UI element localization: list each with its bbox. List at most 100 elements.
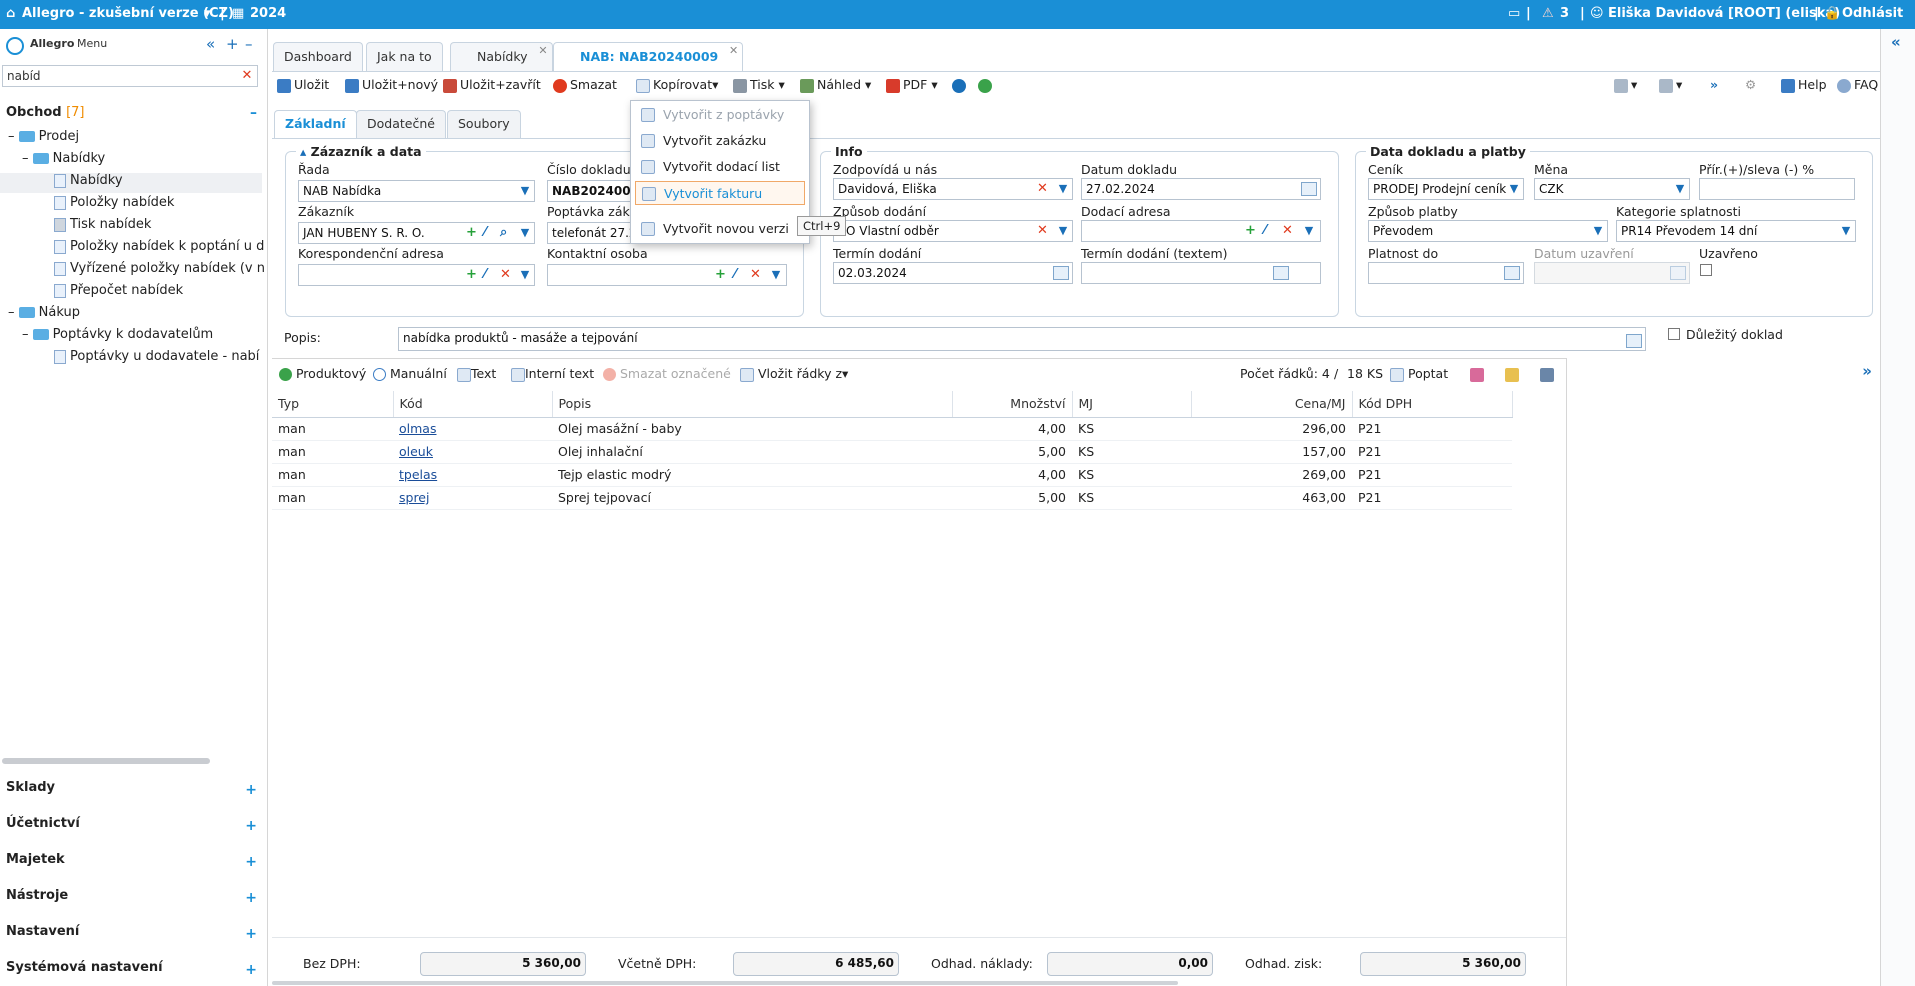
- save-button[interactable]: Uložit: [277, 77, 329, 93]
- home-icon[interactable]: ⌂: [6, 6, 15, 21]
- add-text-row-button[interactable]: Text: [457, 366, 496, 382]
- forward-icon[interactable]: »: [1710, 77, 1718, 92]
- col-header[interactable]: MJ: [1072, 391, 1192, 418]
- chevron-down-icon[interactable]: ▼: [1301, 221, 1317, 241]
- tree-item-nabidky[interactable]: Nabídky: [54, 173, 123, 188]
- chevron-down-icon[interactable]: ▼: [768, 265, 784, 285]
- save-new-button[interactable]: Uložit+nový: [345, 77, 438, 93]
- layout-icon[interactable]: ▾: [1614, 77, 1637, 93]
- add-internal-text-button[interactable]: Interní text: [511, 366, 594, 382]
- clear-icon[interactable]: ✕: [1282, 221, 1293, 241]
- chart-icon[interactable]: [1470, 366, 1484, 382]
- col-header[interactable]: Popis: [552, 391, 953, 418]
- expand-icon[interactable]: +: [245, 818, 257, 834]
- clear-icon[interactable]: ✕: [1037, 179, 1048, 199]
- delete-button[interactable]: Smazat: [553, 77, 617, 93]
- add-icon[interactable]: +: [715, 265, 726, 285]
- search-input[interactable]: nabíd: [2, 65, 258, 87]
- calendar-icon[interactable]: [1053, 266, 1069, 280]
- section-obchod[interactable]: Obchod [7]: [6, 105, 85, 120]
- collapse-icon[interactable]: –: [250, 105, 257, 121]
- alert-icon[interactable]: ⚠: [1542, 6, 1554, 21]
- rada-select[interactable]: NAB Nabídka: [298, 180, 535, 202]
- search-icon[interactable]: ⌕: [500, 223, 507, 243]
- chevron-down-icon[interactable]: ▼: [1838, 221, 1854, 241]
- chevron-down-icon[interactable]: ▼: [1055, 221, 1071, 241]
- code-link[interactable]: oleuk: [399, 444, 433, 459]
- chevron-down-icon[interactable]: ▼: [517, 265, 533, 285]
- email-icon[interactable]: ▾: [1659, 77, 1682, 93]
- section-ucetnictvi[interactable]: Účetnictví: [6, 816, 80, 831]
- tree-item-prodej[interactable]: – Prodej: [8, 129, 79, 144]
- clear-icon[interactable]: ✕: [500, 265, 511, 285]
- chevron-down-icon[interactable]: ▾: [204, 6, 211, 21]
- popis-input[interactable]: nabídka produktů - masáže a tejpování: [398, 327, 1646, 351]
- prir-input[interactable]: [1699, 178, 1855, 200]
- add-icon[interactable]: +: [466, 265, 477, 285]
- chevron-down-icon[interactable]: ▼: [1055, 179, 1071, 199]
- tab-nab-document[interactable]: NAB: NAB20240009 ✕: [553, 42, 744, 72]
- chevron-down-icon[interactable]: ▼: [1590, 221, 1606, 241]
- code-link[interactable]: tpelas: [399, 467, 437, 482]
- expand-all-icon[interactable]: +: [226, 35, 239, 53]
- expand-right-icon[interactable]: «: [1891, 33, 1901, 51]
- calendar-icon[interactable]: [1504, 266, 1520, 280]
- clear-search-icon[interactable]: ✕: [238, 67, 256, 85]
- tag-icon[interactable]: [1505, 366, 1519, 382]
- kategorie-select[interactable]: PR14 Převodem 14 dní: [1616, 220, 1856, 242]
- clear-icon[interactable]: ✕: [750, 265, 761, 285]
- mena-select[interactable]: CZK: [1534, 178, 1690, 200]
- add-manual-row-button[interactable]: Manuální: [373, 366, 447, 381]
- termin-input[interactable]: 02.03.2024: [833, 262, 1073, 284]
- tree-item-poptavky[interactable]: – Poptávky k dodavatelům: [22, 327, 213, 342]
- code-link[interactable]: olmas: [399, 421, 436, 436]
- section-nastaveni[interactable]: Nastavení: [6, 924, 79, 939]
- tab-zakladni[interactable]: Základní: [274, 110, 357, 138]
- expand-icon[interactable]: +: [245, 962, 257, 978]
- datum-input[interactable]: 27.02.2024: [1081, 178, 1321, 200]
- expand-icon[interactable]: +: [245, 926, 257, 942]
- gear-icon[interactable]: ⚙: [1745, 77, 1756, 92]
- chevron-down-icon[interactable]: ▼: [1672, 179, 1688, 199]
- close-icon[interactable]: ✕: [729, 37, 738, 65]
- cenik-select[interactable]: PRODEJ Prodejní ceník: [1368, 178, 1524, 200]
- expand-panel-icon[interactable]: »: [1862, 362, 1872, 380]
- edit-icon[interactable]: ⁄: [484, 265, 486, 285]
- col-header[interactable]: Typ: [272, 391, 394, 418]
- tab-dashboard[interactable]: Dashboard: [273, 42, 363, 72]
- table-row[interactable]: man tpelas Tejp elastic modrý 4,00 KS 26…: [272, 463, 1512, 487]
- tree-item-nabidky-folder[interactable]: – Nabídky: [22, 151, 105, 166]
- notes-icon[interactable]: ▭: [1508, 6, 1520, 21]
- edit-icon[interactable]: ⁄: [1264, 221, 1266, 241]
- edit-icon[interactable]: ⁄: [734, 265, 736, 285]
- expand-icon[interactable]: +: [245, 854, 257, 870]
- tree-item-polozky-nabidek[interactable]: Položky nabídek: [54, 195, 174, 210]
- poptavka-input[interactable]: telefonát 27.2.: [547, 222, 635, 244]
- section-majetek[interactable]: Majetek: [6, 852, 65, 867]
- settings-icon[interactable]: [1540, 366, 1554, 382]
- table-row[interactable]: man oleuk Olej inhalační 5,00 KS 157,00 …: [272, 440, 1512, 464]
- horizontal-scrollbar[interactable]: [272, 981, 1178, 985]
- add-icon[interactable]: +: [1245, 221, 1256, 241]
- tree-item-poptavky-u-dodavatele[interactable]: Poptávky u dodavatele - nabí: [54, 349, 264, 364]
- calendar-icon[interactable]: [1301, 182, 1317, 196]
- code-link[interactable]: sprej: [399, 490, 429, 505]
- app-title[interactable]: Allegro - zkušební verze (CZ): [22, 6, 234, 21]
- menu-item-create-invoice[interactable]: Vytvořit fakturu: [635, 181, 805, 205]
- platba-select[interactable]: Převodem: [1368, 220, 1608, 242]
- important-checkbox[interactable]: [1668, 328, 1680, 340]
- uzavreno-checkbox[interactable]: [1700, 264, 1712, 276]
- panel-title[interactable]: ▴ Zázazník a data: [296, 144, 426, 159]
- tab-soubory[interactable]: Soubory: [447, 110, 521, 138]
- menu-item-new-version[interactable]: Vytvořit novou verzi: [635, 217, 805, 241]
- close-icon[interactable]: ✕: [538, 37, 547, 65]
- chevron-down-icon[interactable]: ▼: [517, 223, 533, 243]
- preview-button[interactable]: Náhled ▾: [800, 77, 871, 93]
- menu-item-create-delivery-note[interactable]: Vytvořit dodací list: [635, 155, 805, 179]
- col-header[interactable]: Kód: [393, 391, 553, 418]
- save-close-button[interactable]: Uložit+zavřít: [443, 77, 541, 93]
- add-product-row-button[interactable]: Produktový: [279, 366, 366, 381]
- expand-icon[interactable]: +: [245, 890, 257, 906]
- expand-icon[interactable]: +: [245, 782, 257, 798]
- help-button[interactable]: Help: [1781, 77, 1827, 93]
